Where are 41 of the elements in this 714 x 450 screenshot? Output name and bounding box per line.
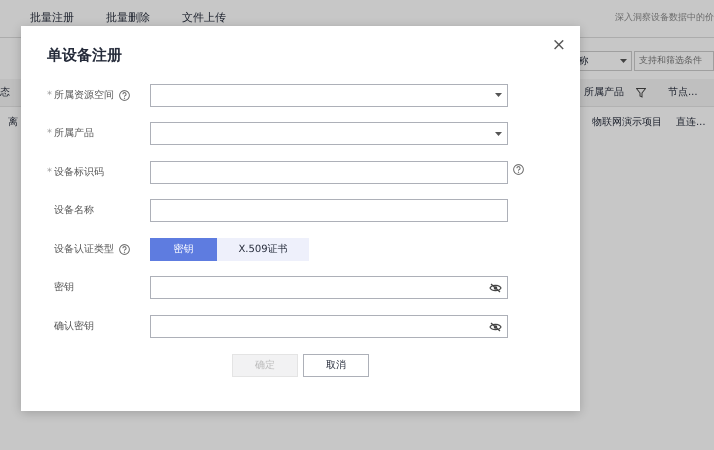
help-icon[interactable] xyxy=(119,244,130,255)
field-label: 确认密钥 xyxy=(54,320,94,334)
input-field[interactable] xyxy=(150,276,508,300)
column-header: 节点... xyxy=(668,86,698,100)
tab[interactable]: 批量删除 xyxy=(106,10,150,27)
search-field[interactable]: 支持和筛选条件 xyxy=(634,51,714,71)
required-mark: * xyxy=(47,88,53,102)
column-header: 态 xyxy=(0,86,10,100)
tab[interactable]: 文件上传 xyxy=(182,10,226,27)
toggle-option[interactable]: X.509证书 xyxy=(217,238,309,261)
field-label: 密钥 xyxy=(54,280,74,296)
input-field[interactable] xyxy=(150,199,508,222)
caret-icon xyxy=(620,59,626,63)
field-label: 设备认证类型 xyxy=(54,242,114,257)
required-mark: * xyxy=(47,166,53,180)
filter-icon[interactable] xyxy=(636,88,646,98)
select-field[interactable] xyxy=(150,122,508,146)
tab[interactable]: 批量注册 xyxy=(30,10,74,27)
close-button[interactable]: × xyxy=(552,37,566,54)
toggle-option[interactable]: 密钥 xyxy=(150,238,217,261)
hint-text: 深入洞察设备数据中的价 xyxy=(615,12,714,25)
caret-icon xyxy=(495,93,502,97)
field-label: 所属资源空间 xyxy=(54,88,114,102)
input-field[interactable] xyxy=(150,160,508,184)
input-field[interactable] xyxy=(150,315,508,338)
eye-hidden-icon[interactable] xyxy=(489,322,502,332)
select-field[interactable] xyxy=(150,84,508,106)
help-icon[interactable] xyxy=(119,90,130,100)
help-icon[interactable] xyxy=(513,164,524,175)
field-label: 设备名称 xyxy=(54,204,94,218)
field-label: 设备标识码 xyxy=(54,166,104,180)
column-header: 所属产品 xyxy=(584,86,624,100)
caret-icon xyxy=(495,132,502,136)
dialog-title: 单设备注册 xyxy=(47,46,123,64)
table-cell-text: 直连... xyxy=(676,116,706,130)
field-label: 所属产品 xyxy=(54,126,94,142)
required-mark: * xyxy=(47,127,53,142)
eye-hidden-icon[interactable] xyxy=(489,282,502,293)
table-cell-text: 物联网演示项目 xyxy=(592,116,662,130)
table-cell-text: 离 xyxy=(8,116,18,130)
dialog-button[interactable]: 取消 xyxy=(303,354,369,378)
